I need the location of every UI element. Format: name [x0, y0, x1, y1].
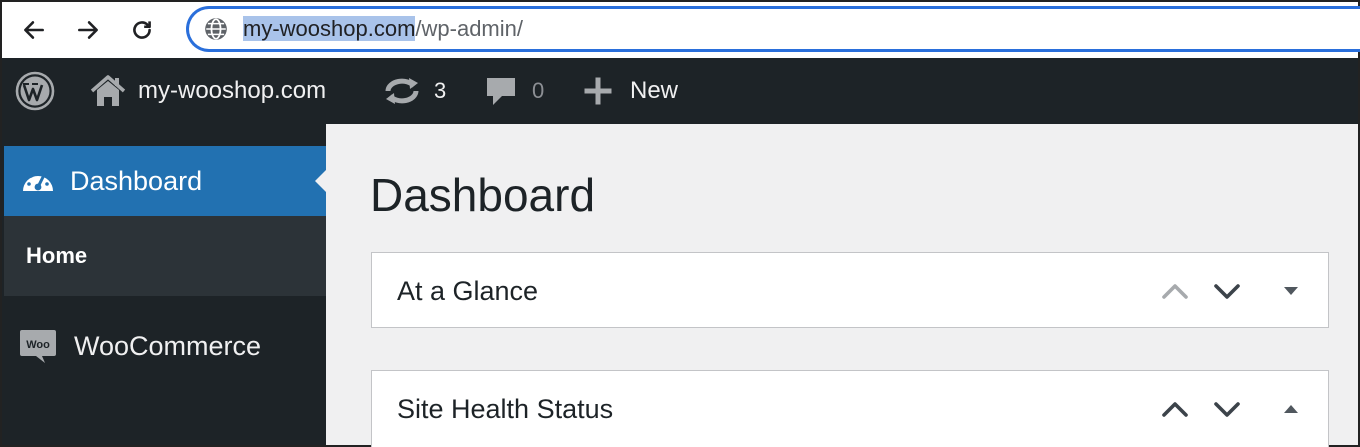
updates-icon — [385, 78, 419, 104]
url-text[interactable]: my-wooshop.com/wp-admin/ — [243, 16, 523, 42]
widget-title[interactable]: Site Health Status — [397, 371, 613, 447]
updates-menu[interactable]: 3 — [382, 58, 446, 124]
back-button[interactable] — [16, 12, 52, 48]
arrow-left-icon — [24, 21, 44, 39]
sidebar-item-woocommerce[interactable]: Woo WooCommerce — [4, 316, 328, 376]
sidebar-item-label: Dashboard — [70, 165, 203, 196]
widget-at-a-glance: At a Glance — [371, 252, 1329, 328]
globe-icon[interactable] — [203, 16, 229, 42]
address-bar[interactable]: my-wooshop.com/wp-admin/ — [186, 6, 1360, 52]
wp-admin-bar: my-wooshop.com 3 0 New — [0, 58, 1360, 124]
move-down-button[interactable] — [1210, 275, 1244, 307]
admin-sidebar: Dashboard Home Woo WooCommerce — [0, 124, 328, 447]
site-name-menu[interactable]: my-wooshop.com — [90, 58, 326, 124]
browser-toolbar: my-wooshop.com/wp-admin/ — [0, 0, 1360, 58]
plus-icon — [584, 77, 612, 105]
url-selected-domain: my-wooshop.com — [243, 16, 416, 41]
url-path: /wp-admin/ — [415, 16, 523, 41]
updates-count: 3 — [434, 78, 447, 103]
widget-site-health-status: Site Health Status — [371, 370, 1329, 447]
toggle-panel-button[interactable] — [1274, 393, 1308, 425]
comments-menu[interactable]: 0 — [484, 58, 544, 124]
reload-button[interactable] — [124, 12, 160, 48]
sidebar-subitem-home[interactable]: Home — [4, 216, 328, 296]
reload-icon — [133, 21, 151, 39]
main-content: Dashboard At a Glance Site Health Status — [326, 124, 1360, 447]
chevron-down-icon — [1214, 284, 1240, 299]
chevron-up-icon — [1162, 402, 1188, 417]
dashboard-gauge-icon — [23, 171, 53, 191]
move-up-button[interactable] — [1158, 275, 1192, 307]
sidebar-subitem-label: Home — [26, 243, 88, 268]
chevron-up-icon — [1162, 284, 1188, 299]
woo-icon-text: Woo — [26, 339, 50, 351]
sidebar-item-label: WooCommerce — [74, 330, 262, 361]
sidebar-item-dashboard[interactable]: Dashboard — [4, 146, 328, 216]
home-icon — [90, 75, 126, 106]
toggle-panel-button[interactable] — [1274, 275, 1308, 307]
widget-title[interactable]: At a Glance — [397, 253, 538, 329]
wordpress-logo-icon — [15, 71, 55, 111]
forward-button[interactable] — [70, 12, 106, 48]
new-label: New — [630, 77, 679, 104]
chevron-down-icon — [1214, 402, 1240, 417]
comments-count: 0 — [532, 78, 545, 103]
triangle-up-icon — [1284, 405, 1298, 413]
comment-icon — [487, 78, 515, 105]
new-content-menu[interactable]: New — [584, 58, 678, 124]
arrow-right-icon — [78, 21, 98, 39]
wp-logo-menu[interactable] — [14, 58, 56, 124]
woo-icon: Woo — [20, 330, 56, 363]
move-up-button[interactable] — [1158, 393, 1192, 425]
page-title: Dashboard — [370, 169, 596, 221]
move-down-button[interactable] — [1210, 393, 1244, 425]
triangle-down-icon — [1284, 287, 1298, 295]
site-name-label: my-wooshop.com — [138, 77, 327, 104]
